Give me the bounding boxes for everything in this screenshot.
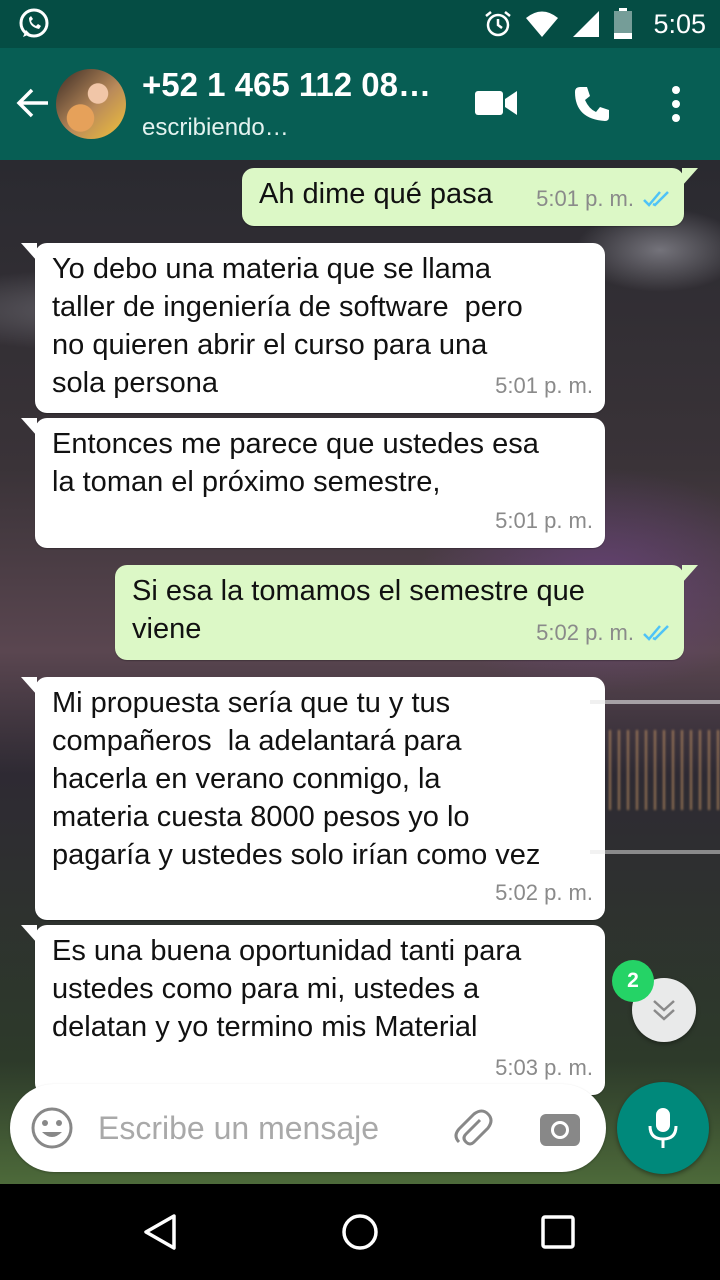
double-chevron-down-icon bbox=[653, 1000, 675, 1021]
unread-count-badge: 2 bbox=[612, 960, 654, 1002]
message-meta: 5:01 p. m. bbox=[495, 502, 593, 540]
message-time: 5:01 p. m. bbox=[495, 508, 593, 533]
contact-name[interactable]: +52 1 465 112 08… bbox=[142, 66, 452, 104]
message-text: Es una buena oportunidad tanti para uste… bbox=[52, 935, 522, 1043]
wifi-icon bbox=[526, 11, 559, 37]
message-meta: 5:01 p. m. bbox=[495, 367, 593, 405]
message-text: Mi propuesta sería que tu y tus compañer… bbox=[52, 687, 541, 871]
message-time: 5:03 p. m. bbox=[495, 1055, 593, 1080]
signal-icon bbox=[573, 11, 600, 37]
message-bubble-outgoing[interactable]: Si esa la tomamos el semestre que viene … bbox=[115, 565, 698, 660]
more-vert-icon[interactable] bbox=[664, 84, 688, 124]
emoji-icon[interactable] bbox=[30, 1106, 74, 1150]
message-bubble-incoming[interactable]: Entonces me parece que ustedes esa la to… bbox=[21, 418, 605, 548]
whatsapp-icon bbox=[19, 8, 49, 38]
message-meta: 5:03 p. m. bbox=[495, 1049, 593, 1087]
message-text: Si esa la tomamos el semestre que viene bbox=[132, 575, 585, 645]
contact-avatar[interactable] bbox=[56, 69, 126, 139]
status-time: 5:05 bbox=[653, 8, 706, 39]
message-bubble-outgoing[interactable]: Ah dime qué pasa 5:01 p. m. bbox=[242, 168, 698, 226]
read-ticks-icon bbox=[643, 191, 669, 207]
message-text: Yo debo una materia que se llama taller … bbox=[52, 253, 523, 399]
read-ticks-icon bbox=[643, 625, 669, 641]
alarm-icon bbox=[485, 11, 512, 37]
phone-icon[interactable] bbox=[572, 84, 612, 124]
message-time: 5:02 p. m. bbox=[495, 880, 593, 905]
attach-icon[interactable] bbox=[450, 1106, 494, 1150]
nav-recents-icon[interactable] bbox=[540, 1214, 576, 1250]
message-input[interactable] bbox=[96, 1104, 430, 1152]
message-composer bbox=[10, 1084, 606, 1172]
message-meta: 5:01 p. m. bbox=[536, 180, 672, 218]
message-time: 5:01 p. m. bbox=[536, 186, 634, 211]
chat-area[interactable]: Ah dime qué pasa 5:01 p. m. Yo debo una … bbox=[0, 160, 720, 1184]
mic-icon bbox=[648, 1108, 678, 1148]
battery-icon bbox=[614, 8, 633, 39]
background-photo-lights bbox=[600, 730, 720, 810]
back-arrow-icon[interactable] bbox=[14, 84, 52, 122]
typing-status: escribiendo… bbox=[142, 114, 289, 141]
camera-icon[interactable] bbox=[538, 1108, 582, 1148]
system-nav-bar bbox=[0, 1184, 720, 1280]
message-bubble-incoming[interactable]: Es una buena oportunidad tanti para uste… bbox=[21, 925, 605, 1095]
message-meta: 5:02 p. m. bbox=[536, 614, 672, 652]
message-bubble-incoming[interactable]: Mi propuesta sería que tu y tus compañer… bbox=[21, 677, 605, 920]
chat-header: +52 1 465 112 08… escribiendo… bbox=[0, 48, 720, 160]
message-time: 5:01 p. m. bbox=[495, 373, 593, 398]
status-bar: 5:05 bbox=[0, 0, 720, 48]
message-text: Entonces me parece que ustedes esa la to… bbox=[52, 428, 539, 498]
message-time: 5:02 p. m. bbox=[536, 620, 634, 645]
nav-back-icon[interactable] bbox=[140, 1212, 180, 1252]
video-call-icon[interactable] bbox=[474, 88, 518, 118]
message-bubble-incoming[interactable]: Yo debo una materia que se llama taller … bbox=[21, 243, 605, 413]
mic-button[interactable] bbox=[617, 1082, 709, 1174]
message-text: Ah dime qué pasa bbox=[259, 178, 493, 210]
nav-home-icon[interactable] bbox=[340, 1212, 380, 1252]
message-meta: 5:02 p. m. bbox=[495, 874, 593, 912]
